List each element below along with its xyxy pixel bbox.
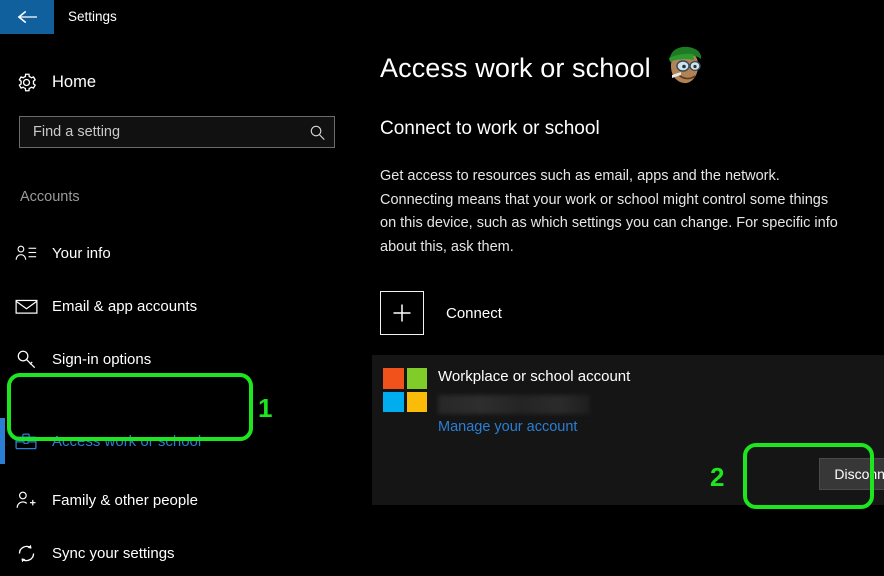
sidebar-section-heading: Accounts [20, 189, 80, 205]
sidebar-item-label-family-other-people: Family & other people [52, 491, 198, 509]
microsoft-logo-icon [383, 368, 427, 412]
account-name: Workplace or school account [438, 368, 631, 385]
window-title-bar: Settings [0, 0, 884, 34]
user-add-icon [0, 490, 52, 510]
sidebar-item-your-info[interactable]: Your info [0, 230, 340, 276]
plus-icon [380, 291, 424, 335]
sidebar-item-label-access-work-or-school: Access work or school [52, 432, 202, 450]
selection-accent-bar [0, 418, 5, 464]
sidebar-item-label-sync-your-settings: Sync your settings [52, 544, 175, 562]
search-icon[interactable] [300, 124, 334, 141]
connect-label: Connect [446, 304, 502, 322]
sidebar-item-access-work-or-school[interactable]: Access work or school [0, 418, 340, 464]
disconnect-button[interactable]: Disconnect [819, 458, 884, 490]
back-button[interactable] [0, 0, 54, 34]
account-card[interactable]: Workplace or school account Manage your … [372, 355, 884, 505]
sidebar-item-email-app-accounts[interactable]: Email & app accounts [0, 283, 340, 329]
main-content: Access work or school Connect to work or… [360, 34, 884, 550]
sidebar-item-label-home: Home [52, 72, 97, 91]
connect-button[interactable]: Connect [380, 289, 502, 337]
subsection-title: Connect to work or school [380, 118, 600, 139]
envelope-icon [0, 298, 52, 315]
user-info-icon [0, 244, 52, 262]
briefcase-icon [0, 432, 52, 451]
window-title: Settings [68, 9, 117, 24]
sidebar-item-label-sign-in-options: Sign-in options [52, 350, 152, 368]
sidebar-item-sign-in-options[interactable]: Sign-in options [0, 336, 340, 382]
sidebar-item-sync-your-settings[interactable]: Sync your settings [0, 530, 340, 576]
account-email-redacted [438, 395, 590, 414]
gear-icon [0, 72, 52, 93]
sidebar-item-family-other-people[interactable]: Family & other people [0, 477, 340, 523]
sidebar-item-label-your-info: Your info [52, 244, 111, 262]
page-title: Access work or school [380, 53, 651, 83]
search-input[interactable] [20, 118, 300, 146]
sidebar: Home Accounts Your info [0, 34, 360, 562]
key-icon [0, 349, 52, 370]
sync-icon [0, 543, 52, 564]
description-text: Get access to resources such as email, a… [380, 168, 838, 255]
search-box[interactable] [19, 116, 335, 148]
manage-your-account-link[interactable]: Manage your account [438, 419, 577, 435]
back-arrow-icon [17, 10, 37, 24]
sidebar-item-home[interactable]: Home [0, 62, 340, 102]
sidebar-item-label-email-app-accounts: Email & app accounts [52, 297, 198, 315]
